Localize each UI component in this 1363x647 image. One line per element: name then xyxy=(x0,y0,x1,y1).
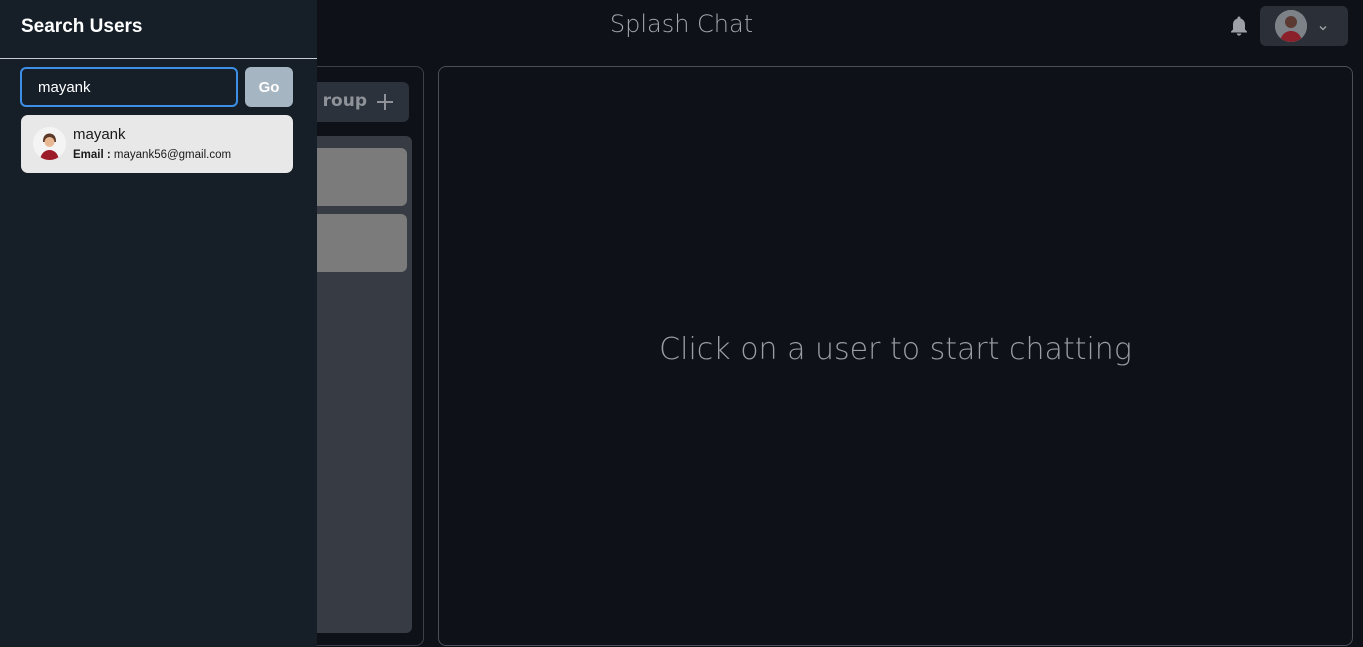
chat-box: Click on a user to start chatting xyxy=(438,66,1353,646)
divider xyxy=(0,58,317,59)
email-label: Email : xyxy=(73,149,111,161)
search-users-drawer: Search Users Go mayank Email : mayank56@… xyxy=(0,0,317,647)
search-input[interactable] xyxy=(20,67,238,107)
empty-chat-message: Click on a user to start chatting xyxy=(659,332,1132,367)
avatar xyxy=(1275,10,1307,42)
result-email: Email : mayank56@gmail.com xyxy=(73,149,231,161)
plus-icon xyxy=(375,92,395,112)
user-search-result[interactable]: mayank Email : mayank56@gmail.com xyxy=(21,115,293,173)
new-group-chat-label: roup xyxy=(322,91,367,111)
go-button[interactable]: Go xyxy=(245,67,293,107)
drawer-title: Search Users xyxy=(21,16,143,37)
result-name: mayank xyxy=(73,126,126,143)
profile-menu-button[interactable] xyxy=(1260,6,1348,46)
chevron-down-icon xyxy=(1317,19,1329,31)
avatar xyxy=(33,127,66,160)
bell-icon[interactable] xyxy=(1229,15,1249,37)
email-value: mayank56@gmail.com xyxy=(113,149,232,161)
